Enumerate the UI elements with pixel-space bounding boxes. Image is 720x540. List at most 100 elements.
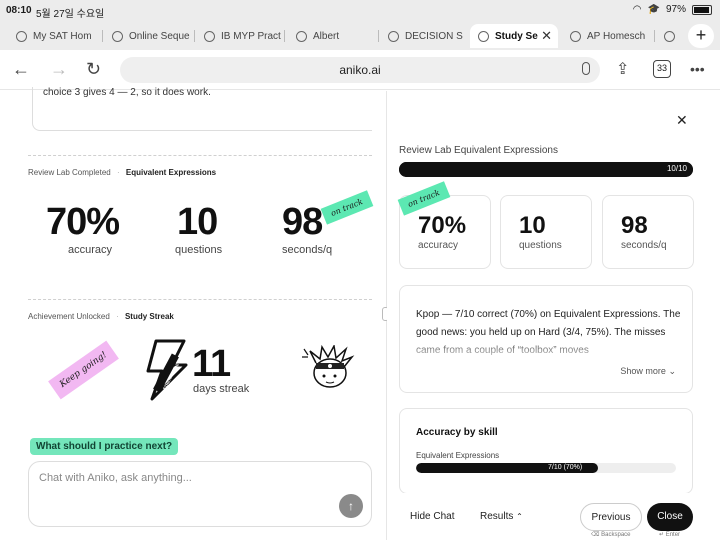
browser-toolbar: ← → ↻ aniko.ai ⇪ 33 ••• — [0, 50, 720, 90]
wifi-icon: ◠ — [632, 4, 642, 15]
questions-value: 10 — [519, 212, 546, 239]
more-icon[interactable]: ••• — [690, 61, 705, 77]
status-date: 5월 27일 수요일 — [36, 9, 105, 20]
tab-my-sat-home[interactable]: My SAT Hom — [8, 24, 100, 48]
globe-icon — [112, 30, 123, 42]
close-tab-icon[interactable]: ✕ — [541, 28, 552, 44]
progress-fill — [399, 162, 693, 177]
tab-albert[interactable]: Albert — [288, 24, 376, 48]
skills-card: Accuracy by skill Equivalent Expressions… — [399, 408, 693, 494]
globe-icon — [478, 30, 489, 42]
globe-icon — [388, 30, 399, 42]
accuracy-value: 70% — [418, 212, 467, 239]
globe-icon — [664, 30, 675, 42]
globe-icon — [570, 30, 581, 42]
seconds-value: 98 — [282, 201, 323, 243]
chat-input[interactable] — [39, 472, 339, 484]
skill-name: Equivalent Expressions — [416, 451, 500, 460]
battery-percent: 97% — [665, 4, 686, 15]
skill-bar: 7/10 (70%) — [416, 463, 676, 473]
skill-bar-label: 7/10 (70%) — [548, 464, 583, 471]
chevron-down-icon: ⌄ — [668, 366, 676, 376]
review-caption-prefix: Review Lab Completed — [28, 168, 111, 177]
tab-ib-myp-practice[interactable]: IB MYP Pract — [196, 24, 282, 48]
microphone-icon[interactable] — [582, 62, 590, 75]
achievement-caption: Achievement Unlocked · Study Streak — [28, 312, 174, 321]
questions-label: questions — [175, 244, 223, 256]
results-panel: ✕ Review Lab Equivalent Expressions 10/1… — [387, 91, 720, 540]
results-title: Review Lab Equivalent Expressions — [399, 145, 558, 156]
show-more-label: Show more — [620, 366, 666, 376]
seconds-card: 98 seconds/q — [602, 195, 694, 269]
tab-label: Study Se — [495, 30, 538, 42]
ninja-mascot-icon — [302, 345, 355, 388]
chat-input-box[interactable]: ↑ — [28, 461, 372, 527]
forward-arrow-icon[interactable]: → — [50, 59, 68, 80]
tab-label: AP Homesch — [587, 30, 646, 42]
graduation-cap-icon: 🎓 — [647, 4, 660, 15]
globe-icon — [296, 30, 307, 42]
tab-study-session[interactable]: Study Se ✕ — [470, 24, 558, 48]
back-arrow-icon[interactable]: ← — [12, 59, 30, 80]
tab-label: DECISION S — [405, 30, 463, 42]
chevron-up-icon: ⌃ — [516, 512, 523, 521]
accuracy-value: 70% — [46, 201, 120, 243]
divider — [28, 299, 372, 300]
previous-hint-text: Backspace — [601, 532, 631, 538]
url-text: aniko.ai — [339, 63, 381, 77]
achievement-caption-topic: Study Streak — [124, 312, 174, 321]
results-dropdown[interactable]: Results ⌃ — [480, 511, 523, 522]
share-icon[interactable]: ⇪ — [616, 59, 629, 79]
battery-icon — [692, 4, 712, 15]
arrow-up-icon: ↑ — [348, 499, 354, 513]
send-button[interactable]: ↑ — [339, 494, 363, 518]
summary-card: Kpop — 7/10 correct (70%) on Equivalent … — [399, 285, 693, 393]
lightning-bolt-icon: STREAK MODE — [146, 339, 188, 401]
review-caption-topic: Equivalent Expressions — [125, 168, 217, 177]
progress-label: 10/10 — [666, 164, 687, 173]
tab-label: Online Seque — [129, 30, 190, 42]
seconds-label: seconds/q — [282, 244, 333, 256]
streak-value: 11 — [192, 343, 231, 385]
tab-online-sequences[interactable]: Online Seque — [104, 24, 192, 48]
results-label: Results — [480, 511, 514, 522]
achievement-caption-prefix: Achievement Unlocked — [28, 312, 110, 321]
results-footer: Hide Chat Results ⌃ Previous ⌫ Backspace… — [387, 493, 720, 540]
on-track-sticker: on track — [320, 190, 374, 225]
review-caption: Review Lab Completed · Equivalent Expres… — [28, 168, 217, 177]
globe-icon — [204, 30, 215, 42]
overall-progress-bar: 10/10 — [399, 162, 693, 177]
questions-label: questions — [519, 240, 562, 251]
globe-icon — [16, 30, 27, 42]
previous-message: choice 3 gives 4 — 2, so it does work. — [32, 87, 372, 131]
suggestion-chip[interactable]: What should I practice next? — [30, 438, 179, 455]
hide-chat-button[interactable]: Hide Chat — [410, 511, 454, 522]
accuracy-label: accuracy — [68, 244, 113, 256]
previous-message-text: choice 3 gives 4 — 2, so it does work. — [43, 87, 211, 98]
address-bar[interactable]: aniko.ai — [120, 57, 600, 83]
previous-hint: ⌫ Backspace — [591, 532, 631, 538]
close-panel-icon[interactable]: ✕ — [676, 112, 688, 129]
tab-decision[interactable]: DECISION S — [380, 24, 468, 48]
close-hint: ↵ Enter — [659, 532, 681, 538]
status-bar: 08:10 5월 27일 수요일 ◠ 🎓 97% — [0, 0, 720, 22]
close-hint-text: Enter — [665, 532, 681, 538]
close-button[interactable]: Close — [647, 503, 693, 531]
status-time: 08:10 — [6, 5, 32, 16]
tab-label: IB MYP Pract — [221, 30, 281, 42]
previous-button[interactable]: Previous — [580, 503, 642, 531]
skills-title: Accuracy by skill — [416, 427, 498, 438]
show-more-link[interactable]: Show more ⌄ — [620, 366, 676, 377]
seconds-value: 98 — [621, 212, 648, 239]
chat-feed: choice 3 gives 4 — 2, so it does work. R… — [0, 87, 386, 540]
tab-label: My SAT Hom — [33, 30, 92, 42]
tab-count-button[interactable]: 33 — [653, 60, 671, 78]
tab-ap-homeschool[interactable]: AP Homesch — [562, 24, 652, 48]
reload-icon[interactable]: ↻ — [86, 59, 101, 80]
tab-overflow[interactable] — [656, 24, 682, 48]
new-tab-button[interactable]: + — [688, 24, 714, 48]
questions-value: 10 — [177, 201, 218, 243]
tab-label: Albert — [313, 30, 340, 42]
divider — [28, 155, 372, 156]
tab-bar: My SAT Hom Online Seque IB MYP Pract Alb… — [0, 22, 720, 50]
